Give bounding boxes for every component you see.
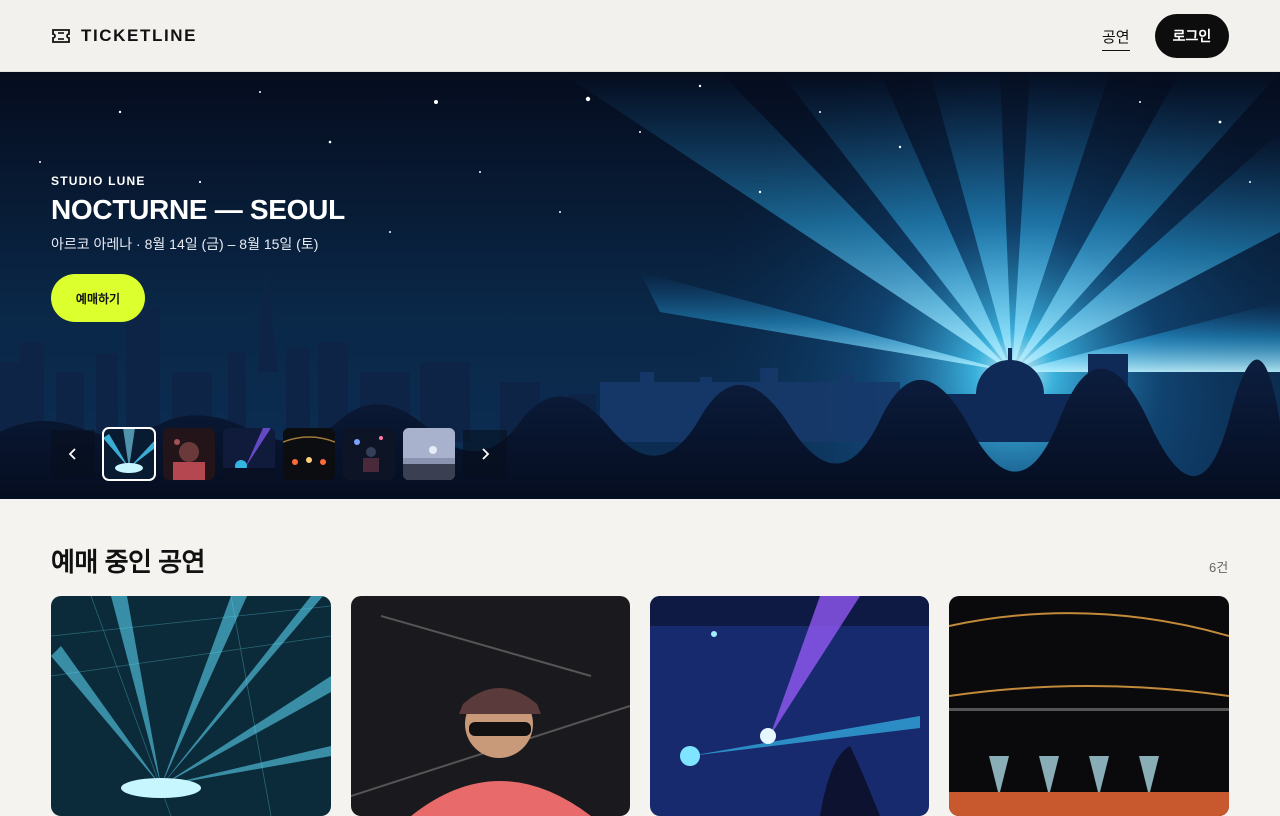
- event-card-image: [51, 596, 331, 816]
- hero-banner: STUDIO LUNE NOCTURNE — SEOUL 아르코 아레나 · 8…: [0, 72, 1280, 499]
- thumbnail-image: [403, 428, 455, 480]
- book-button[interactable]: 예매하기: [51, 274, 145, 322]
- nav-link-performances[interactable]: 공연: [1102, 26, 1130, 51]
- chevron-left-icon: [68, 448, 76, 460]
- carousel-prev-button[interactable]: [51, 430, 95, 478]
- carousel-thumbnail[interactable]: [283, 428, 335, 480]
- logo-text: TICKETLINE: [81, 26, 198, 45]
- event-card[interactable]: [351, 596, 630, 816]
- thumbnail-image: [163, 428, 215, 480]
- carousel-thumbnail[interactable]: [403, 428, 455, 480]
- thumbnail-image: [343, 428, 395, 480]
- carousel-next-button[interactable]: [463, 430, 507, 478]
- ticket-icon: [52, 29, 70, 43]
- event-card-image: [650, 596, 929, 816]
- section-count: 6건: [1209, 560, 1229, 575]
- event-card[interactable]: [650, 596, 929, 816]
- event-card-image: [949, 596, 1229, 816]
- chevron-right-icon: [482, 448, 490, 460]
- hero-subtitle: 아르코 아레나 · 8월 14일 (금) – 8월 15일 (토): [51, 236, 319, 252]
- logo[interactable]: TICKETLINE: [51, 26, 197, 46]
- hero-title: NOCTURNE — SEOUL: [51, 194, 345, 225]
- thumbnail-image: [283, 428, 335, 480]
- section-title: 예매 중인 공연: [51, 547, 205, 577]
- thumbnail-image: [103, 428, 155, 480]
- thumbnail-image: [223, 428, 275, 480]
- carousel-thumbnail[interactable]: [223, 428, 275, 480]
- carousel-thumbnail[interactable]: [343, 428, 395, 480]
- login-button[interactable]: 로그인: [1155, 14, 1229, 58]
- event-card[interactable]: [51, 596, 331, 816]
- hero-eyebrow: STUDIO LUNE: [51, 174, 146, 188]
- carousel-thumbnail[interactable]: [102, 427, 156, 481]
- site-header: TICKETLINE 공연 로그인: [0, 0, 1280, 72]
- carousel-thumbnail[interactable]: [163, 428, 215, 480]
- event-card[interactable]: [949, 596, 1229, 816]
- event-card-image: [351, 596, 630, 816]
